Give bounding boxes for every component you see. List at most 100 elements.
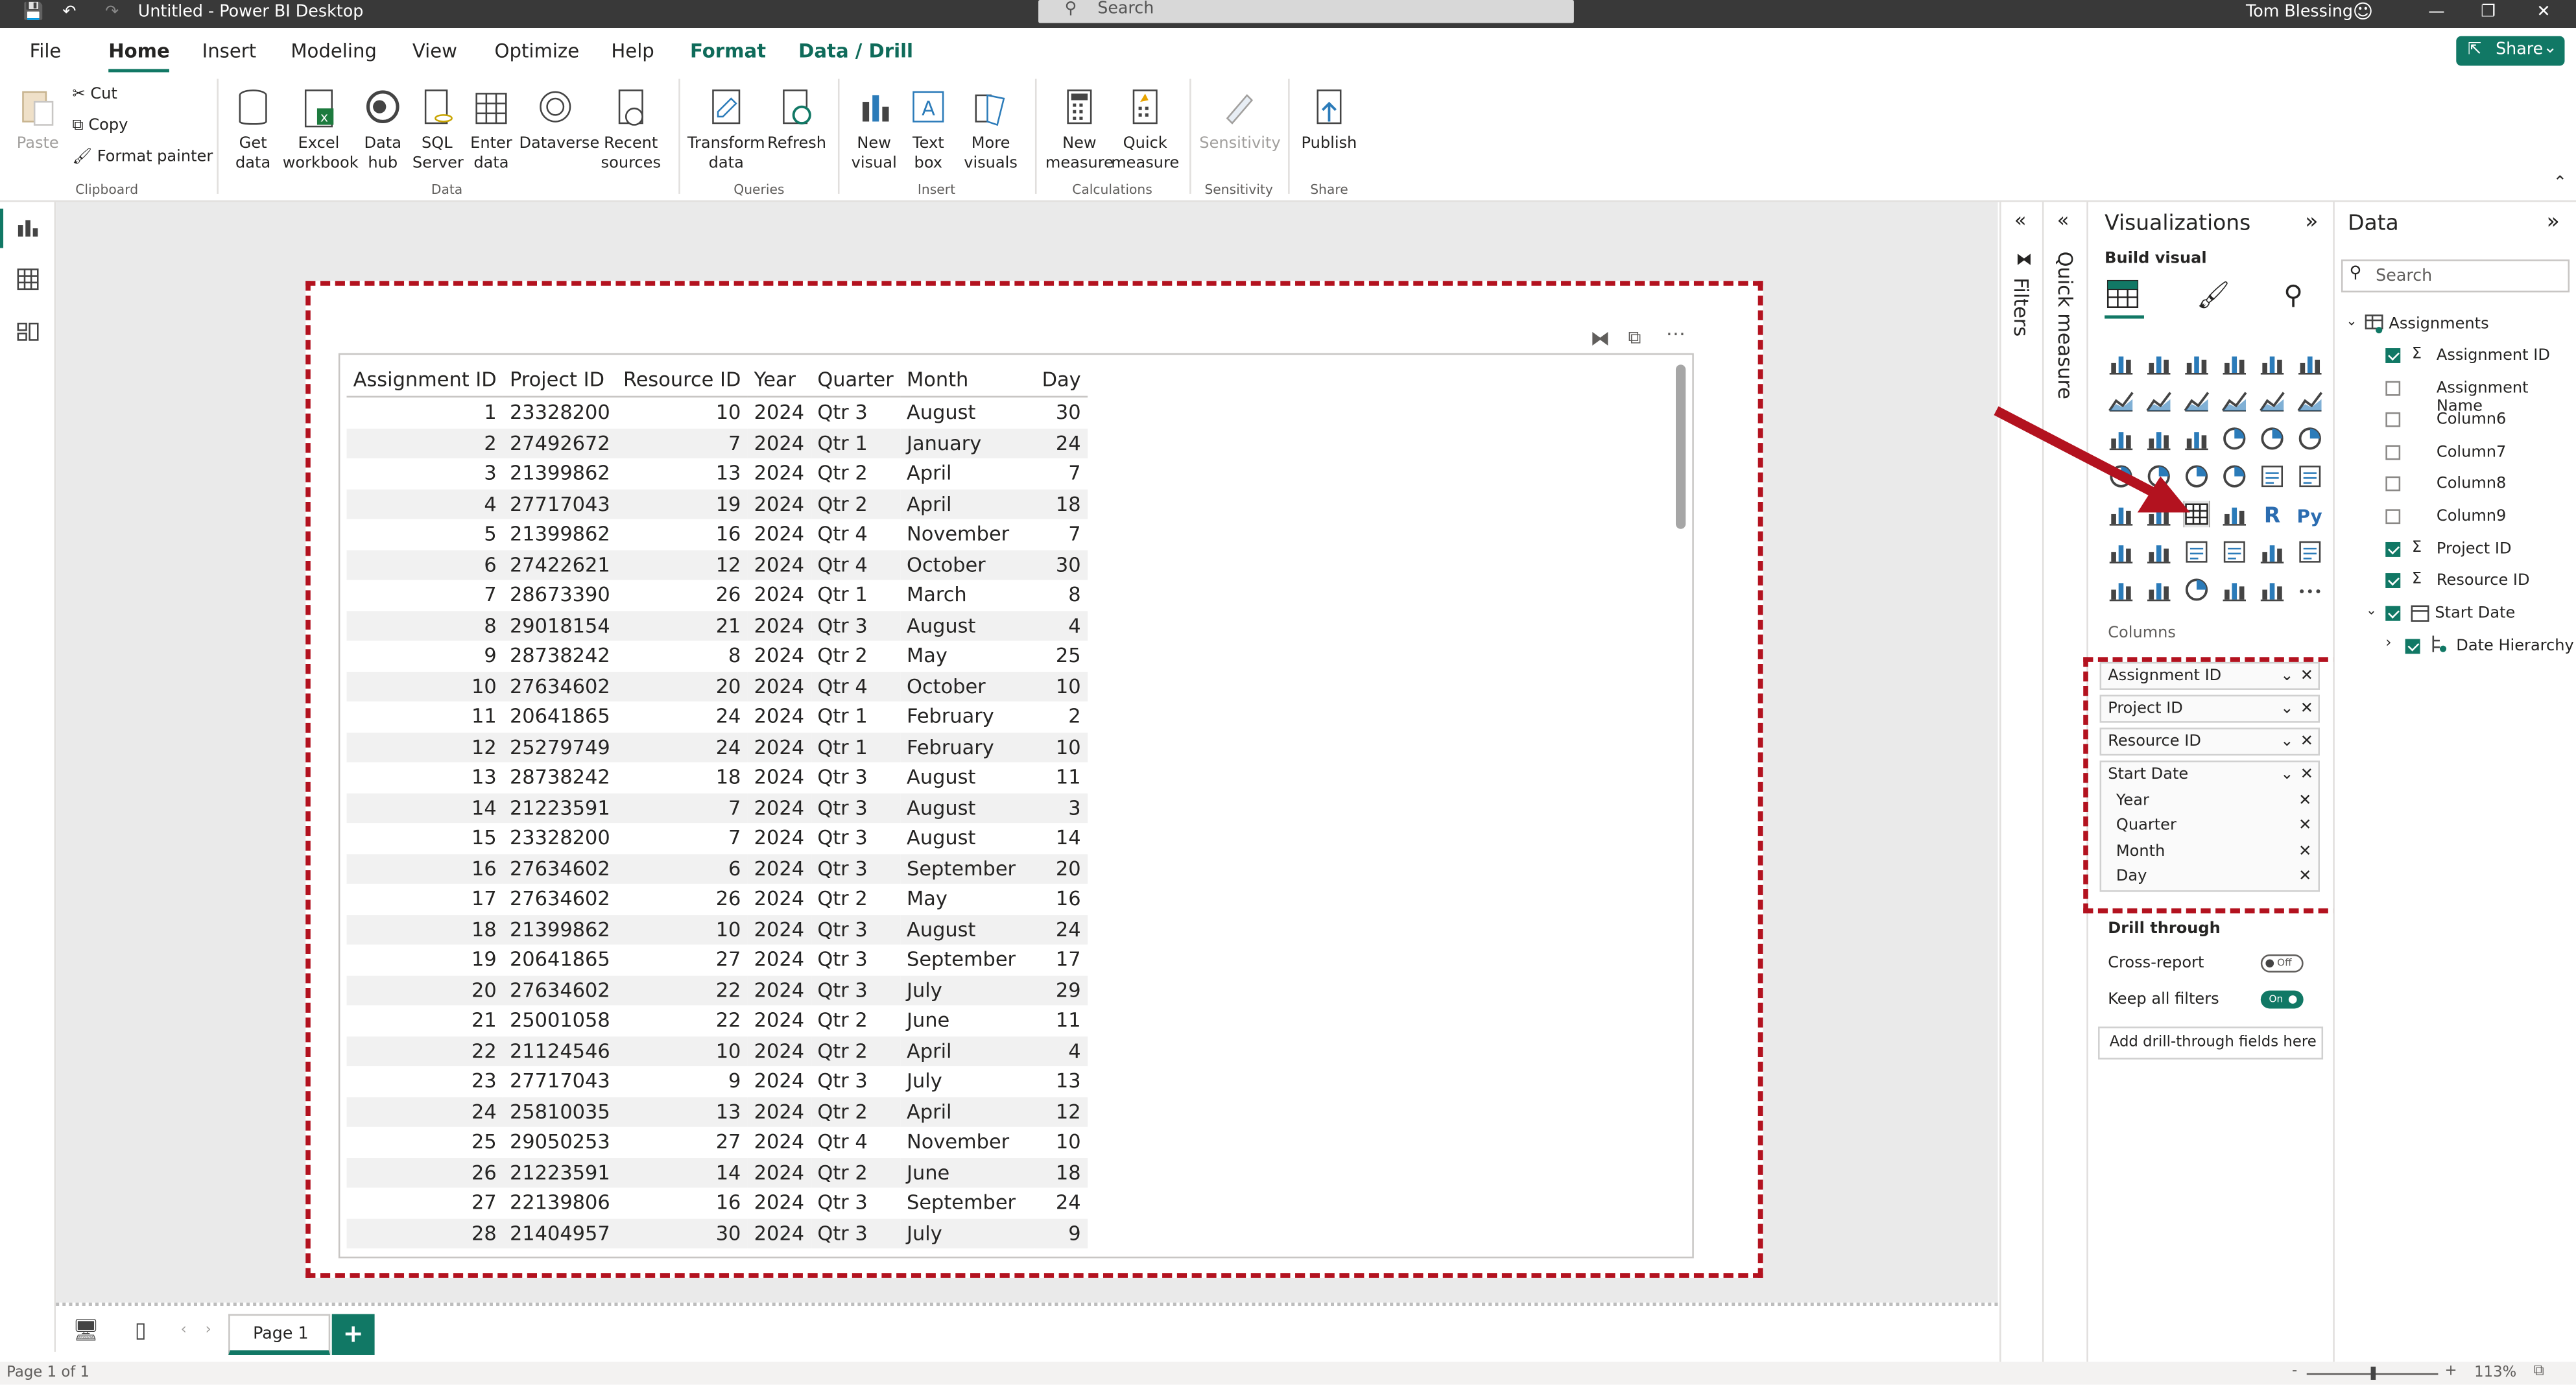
save-icon[interactable]: 💾 bbox=[23, 3, 43, 21]
minimize-icon[interactable]: — bbox=[2428, 3, 2444, 21]
tab-file[interactable]: File bbox=[30, 40, 62, 62]
field-item[interactable]: Assignment Name bbox=[2437, 379, 2576, 415]
tab-insert[interactable]: Insert bbox=[202, 40, 257, 62]
desktop-layout-icon[interactable]: 🖥 bbox=[72, 1319, 99, 1344]
power-apps-icon[interactable] bbox=[2108, 576, 2134, 603]
text-box-button[interactable]: A Text box bbox=[903, 86, 953, 174]
field-checkbox[interactable] bbox=[2385, 509, 2401, 525]
next-page-icon[interactable]: › bbox=[206, 1322, 211, 1338]
restore-icon[interactable]: ❐ bbox=[2481, 3, 2496, 21]
shape-map-icon[interactable] bbox=[2184, 576, 2210, 603]
r-visual-icon[interactable]: R bbox=[2259, 501, 2285, 528]
copy-button[interactable]: ⧉ Copy bbox=[72, 117, 128, 135]
sql-server-button[interactable]: SQL Server bbox=[412, 86, 464, 174]
data-search-input[interactable]: ⚲ Search bbox=[2341, 259, 2570, 292]
collapse-data-icon[interactable]: » bbox=[2547, 210, 2560, 235]
tab-data-drill[interactable]: Data / Drill bbox=[798, 40, 913, 62]
chevron-down-icon[interactable]: ⌄ bbox=[2366, 603, 2377, 618]
title-search-box[interactable]: ⚲ Search bbox=[1038, 0, 1574, 23]
prev-page-icon[interactable]: ‹ bbox=[181, 1322, 187, 1338]
start-date-checkbox[interactable] bbox=[2385, 606, 2401, 621]
card-icon[interactable] bbox=[2259, 463, 2285, 490]
close-icon[interactable]: ✕ bbox=[2536, 3, 2550, 21]
field-start-date[interactable]: Start Date bbox=[2435, 604, 2515, 622]
tab-view[interactable]: View bbox=[412, 40, 457, 62]
clustered-bar-chart-icon[interactable] bbox=[2184, 350, 2210, 377]
field-item[interactable]: Column8 bbox=[2437, 475, 2507, 493]
build-visual-tab[interactable] bbox=[2105, 276, 2144, 319]
transform-data-button[interactable]: Transform data bbox=[687, 86, 766, 174]
field-date-hierarchy[interactable]: Date Hierarchy bbox=[2456, 637, 2574, 656]
chevron-down-icon[interactable]: ⌄ bbox=[2346, 314, 2357, 329]
excel-workbook-button[interactable]: x Excel workbook bbox=[283, 86, 359, 174]
cross-report-toggle[interactable]: Off bbox=[2260, 954, 2304, 973]
paginated-report-icon[interactable] bbox=[2297, 539, 2324, 565]
stacked-bar-chart-icon[interactable] bbox=[2108, 350, 2134, 377]
field-checkbox[interactable] bbox=[2385, 348, 2401, 363]
recent-sources-button[interactable]: Recent sources bbox=[595, 86, 667, 174]
tab-format[interactable]: Format bbox=[690, 40, 766, 62]
format-visual-icon[interactable]: 🖌 bbox=[2197, 279, 2230, 311]
key-influencers-icon[interactable] bbox=[2108, 539, 2134, 565]
expand-filters-icon[interactable]: « bbox=[2014, 209, 2027, 231]
zoom-out-icon[interactable]: - bbox=[2292, 1364, 2297, 1380]
more-visuals-button[interactable]: More visuals bbox=[956, 86, 1025, 174]
table-assignments[interactable]: Assignments bbox=[2389, 315, 2488, 333]
python-visual-icon[interactable]: Py bbox=[2297, 501, 2324, 528]
narrative-icon[interactable] bbox=[2221, 539, 2248, 565]
goals-icon[interactable] bbox=[2259, 539, 2285, 565]
tab-modeling[interactable]: Modeling bbox=[291, 40, 377, 62]
expand-quick-measure-icon[interactable]: « bbox=[2057, 209, 2069, 231]
ribbon-chart-icon[interactable] bbox=[2259, 388, 2285, 414]
quick-measure-button[interactable]: Quick measure bbox=[1111, 86, 1180, 174]
mobile-layout-icon[interactable]: ▯ bbox=[135, 1319, 147, 1344]
field-item[interactable]: Resource ID bbox=[2437, 572, 2530, 590]
decomposition-tree-icon[interactable] bbox=[2145, 539, 2172, 565]
field-item[interactable]: Column6 bbox=[2437, 411, 2507, 429]
add-page-button[interactable]: + bbox=[331, 1314, 375, 1355]
redo-icon[interactable]: ↷ bbox=[105, 3, 119, 21]
stacked-column-chart-icon[interactable] bbox=[2145, 350, 2172, 377]
model-view-icon[interactable] bbox=[16, 320, 39, 343]
field-item[interactable]: Column7 bbox=[2437, 443, 2507, 461]
user-avatar-icon[interactable]: ☺ bbox=[2353, 0, 2374, 23]
cut-button[interactable]: ✂ Cut bbox=[72, 86, 117, 104]
share-button[interactable]: ⇱ Share ⌄ bbox=[2456, 36, 2565, 66]
more-visuals-icon[interactable] bbox=[2297, 576, 2324, 603]
fit-to-page-icon[interactable]: ⧉ bbox=[2533, 1364, 2544, 1380]
analytics-icon[interactable]: ⚲ bbox=[2284, 279, 2303, 311]
line-clustered-column-icon[interactable] bbox=[2297, 388, 2324, 414]
data-hub-button[interactable]: Data hub bbox=[358, 86, 407, 174]
dataverse-button[interactable]: Dataverse bbox=[519, 86, 599, 154]
100-stacked-column-icon[interactable] bbox=[2297, 350, 2324, 377]
100-stacked-bar-icon[interactable] bbox=[2259, 350, 2285, 377]
drill-through-drop-zone[interactable]: Add drill-through fields here bbox=[2098, 1026, 2324, 1059]
field-item[interactable]: Column9 bbox=[2437, 508, 2507, 526]
field-item[interactable]: Project ID bbox=[2437, 539, 2512, 558]
table-view-icon[interactable] bbox=[16, 268, 39, 290]
arrow-visual-icon[interactable] bbox=[2259, 576, 2285, 603]
tab-optimize[interactable]: Optimize bbox=[495, 40, 580, 62]
format-painter-button[interactable]: 🖌 Format painter bbox=[72, 148, 213, 166]
sensitivity-button[interactable]: Sensitivity bbox=[1199, 86, 1281, 154]
field-checkbox[interactable] bbox=[2385, 412, 2401, 428]
date-hierarchy-checkbox[interactable] bbox=[2405, 639, 2420, 654]
new-visual-button[interactable]: New visual bbox=[848, 86, 900, 174]
refresh-button[interactable]: Refresh bbox=[766, 86, 828, 154]
new-measure-button[interactable]: New measure bbox=[1045, 86, 1114, 174]
zoom-slider-thumb[interactable] bbox=[2370, 1366, 2376, 1380]
publish-button[interactable]: Publish bbox=[1298, 86, 1360, 154]
field-checkbox[interactable] bbox=[2385, 380, 2401, 396]
field-checkbox[interactable] bbox=[2385, 573, 2401, 589]
field-checkbox[interactable] bbox=[2385, 541, 2401, 556]
field-item[interactable]: Assignment ID bbox=[2437, 347, 2550, 365]
tab-help[interactable]: Help bbox=[611, 40, 654, 62]
clustered-column-chart-icon[interactable] bbox=[2221, 350, 2248, 377]
quick-measure-label[interactable]: Quick measure bbox=[2054, 252, 2077, 399]
donut-chart-icon[interactable] bbox=[2259, 425, 2285, 452]
field-checkbox[interactable] bbox=[2385, 477, 2401, 492]
collapse-ribbon-icon[interactable]: ⌃ bbox=[2553, 174, 2567, 193]
tab-home[interactable]: Home bbox=[108, 40, 171, 73]
qa-icon[interactable] bbox=[2184, 539, 2210, 565]
multi-row-card-icon[interactable] bbox=[2297, 463, 2324, 490]
